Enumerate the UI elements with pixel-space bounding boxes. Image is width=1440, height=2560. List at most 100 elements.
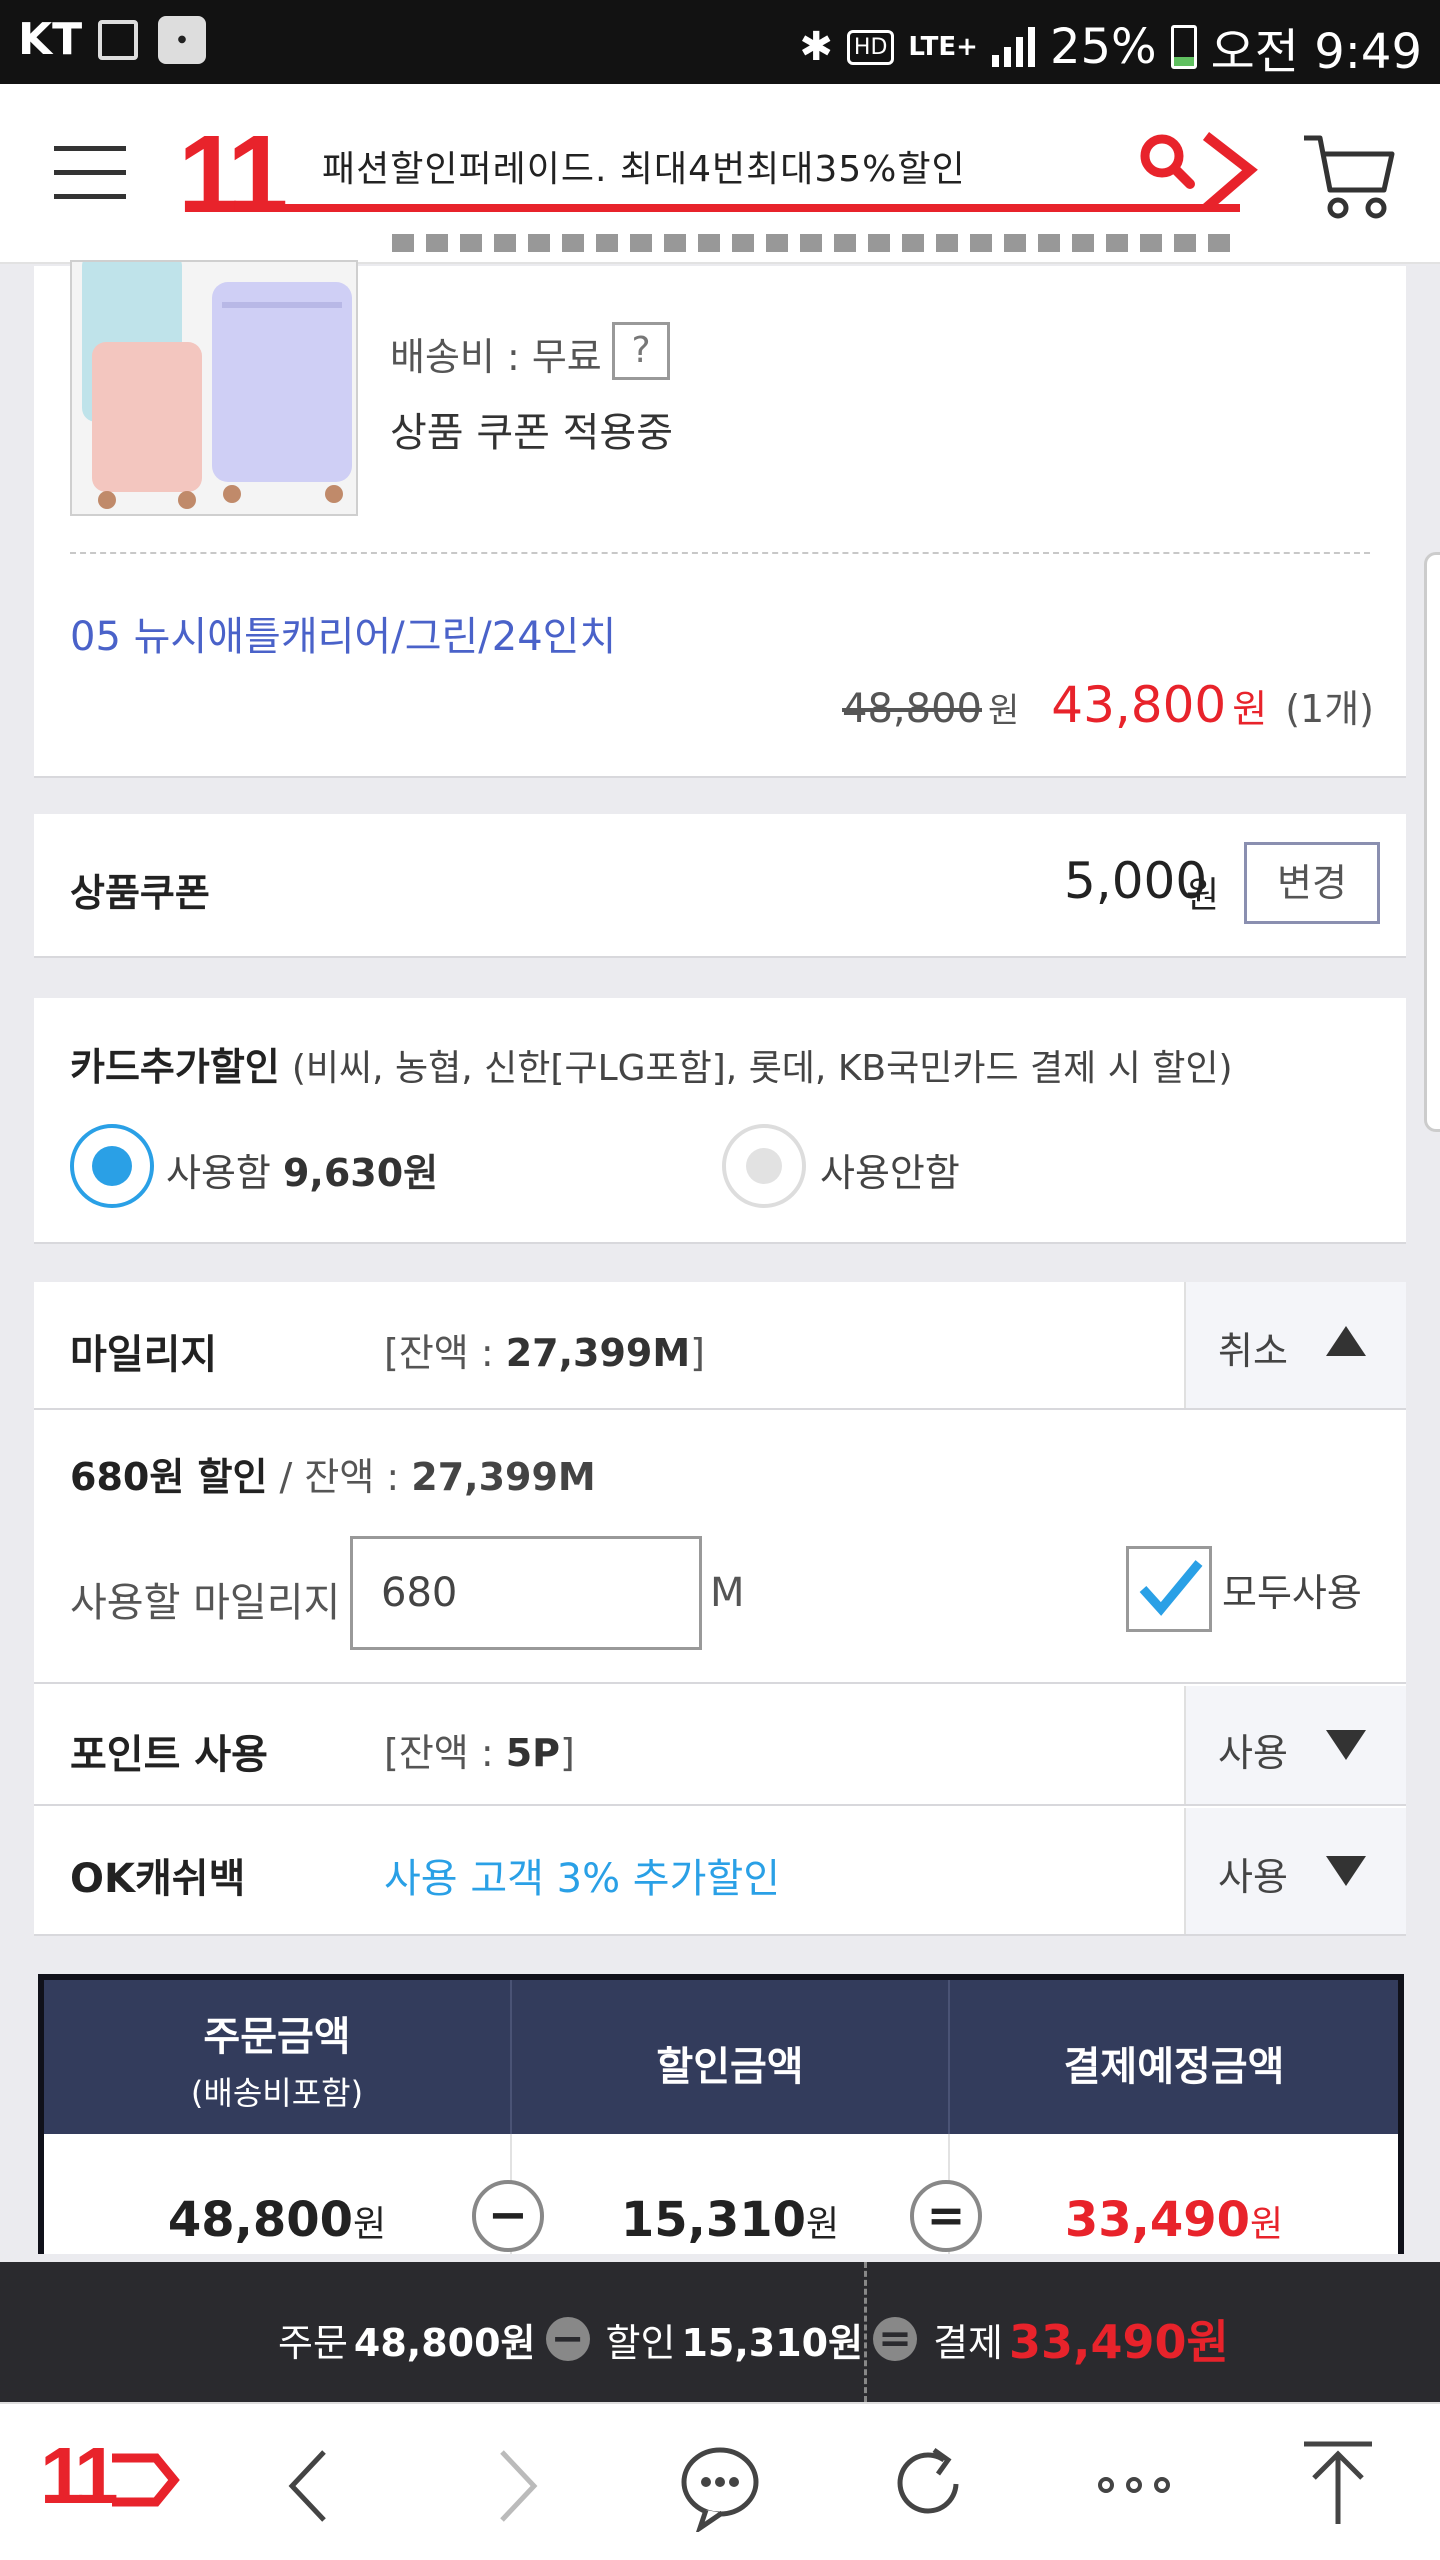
chevron-up-icon [1326,1326,1366,1356]
price-row: 48,800 원 43,800 원 (1개) [842,676,1374,734]
use-label-row: 사용함 9,630원 [166,1142,438,1197]
card-discount-desc: (비씨, 농협, 신한[구LG포함], 롯데, KB국민카드 결제 시 할인) [291,1048,1233,1089]
bottom-pay-prefix: 결제 [933,2320,1003,2365]
shipping-fee: 배송비 : 무료 [390,335,602,379]
pay-label: 결제예정금액 [1063,2044,1285,2090]
checkmark-icon [1139,1560,1203,1616]
gallery-notification-icon [98,20,138,60]
pay-amount: 33,490 [1064,2192,1251,2248]
mileage-use-label: 사용할 마일리지 [70,1580,341,1626]
home-logo-button[interactable]: 11 [40,2430,180,2530]
coupon-applied-label: 상품 쿠폰 적용중 [390,410,674,456]
bottom-pay-amount: 33,490원 [1008,2315,1229,2369]
forward-icon[interactable] [492,2448,542,2524]
mileage-label: 마일리지 [70,1332,218,1378]
carrier-label: KT [18,14,83,65]
galaxy-notification-icon: ● [158,16,206,64]
discount-amount-unit: 원 [806,2204,840,2245]
divider [70,552,1370,554]
original-price-unit: 원 [988,691,1020,731]
scrollbar[interactable] [1424,552,1440,1132]
mileage-input-unit: M [710,1570,745,1616]
pay-amount-unit: 원 [1250,2204,1284,2245]
original-price: 48,800 [842,686,982,732]
shipping-help-button[interactable]: ? [612,322,670,380]
minus-icon: − [545,2317,590,2361]
coupon-change-button[interactable]: 변경 [1244,842,1380,924]
order-amount: 48,800 [167,2192,354,2248]
use-all-checkbox[interactable] [1126,1546,1212,1632]
order-amount-unit: 원 [353,2204,387,2245]
radio-no-use[interactable] [722,1124,806,1208]
order-amount-cell: 48,800원 [44,2192,510,2248]
equals-icon: = [910,2180,982,2252]
status-right-group: ✱ HD LTE+ 25% 오전 9:49 [799,12,1422,82]
points-use-button[interactable]: 사용 [1184,1686,1406,1804]
bottom-summary-bar: 주문 48,800원 − 할인 15,310원 = 결제 33,490원 [0,2262,1440,2402]
chat-icon[interactable] [676,2442,766,2532]
brand-logo[interactable]: 11 [178,120,288,230]
summary-header: 주문금액 (배송비포함) 할인금액 결제예정금액 [44,1980,1398,2134]
battery-icon [1170,25,1197,69]
points-balance-row: [잔액 : 5P] [384,1722,575,1777]
card-use-label: 사용함 [166,1151,271,1195]
chevron-down-icon [1326,1856,1366,1886]
points-balance: 5P [505,1731,561,1775]
more-icon[interactable] [1094,2470,1174,2500]
quantity: (1개) [1285,687,1374,731]
bottom-order-amount: 48,800원 [353,2320,536,2365]
okcashbag-promo[interactable]: 사용 고객 3% 추가할인 [384,1846,780,1904]
bottom-discount-prefix: 할인 [605,2320,676,2365]
status-bar: KT ● ✱ HD LTE+ 25% 오전 9:49 [0,0,1440,84]
points-use-label: 사용 [1218,1731,1288,1775]
mileage-discount-row: 680원 할인 / 잔액 : 27,399M [70,1446,596,1501]
home-logo: 11 [40,2431,119,2520]
mileage-balance: 27,399M [505,1331,691,1375]
order-label: 주문금액 [203,2014,351,2060]
bottom-bar-divider [864,2262,867,2402]
product-image[interactable] [70,260,358,516]
lte-label: LTE+ [908,32,978,62]
order-sub: (배송비포함) [190,2074,364,2112]
mileage-balance-row: [잔액 : 27,399M] [384,1322,705,1377]
hd-voice-badge: HD [846,29,895,65]
coupon-unit: 원 [1186,875,1220,916]
card-no-use-label: 사용안함 [820,1151,960,1195]
minus-icon: − [472,2180,544,2252]
scroll-top-icon[interactable] [1300,2438,1376,2528]
option-name: 05 뉴시애틀캐리어/그린/24인치 [70,614,617,660]
refresh-icon[interactable] [890,2444,970,2524]
product-title-clipped [392,234,1232,262]
search-bar-underline [250,204,1240,212]
back-icon[interactable] [284,2448,334,2524]
search-input[interactable]: 패션할인퍼레이드. 최대4번최대35%할인 [322,140,966,192]
bluetooth-icon: ✱ [799,24,833,70]
okcashbag-use-button[interactable]: 사용 [1184,1808,1406,1934]
card-discount-card [34,998,1406,1244]
radio-use[interactable] [70,1124,154,1208]
clock: 오전 9:49 [1210,24,1422,80]
mileage-input[interactable]: 680 [350,1536,702,1650]
battery-percent: 25% [1049,19,1157,75]
arrow-logo-icon [112,2453,180,2507]
points-balance-prefix: [잔액 : [384,1731,506,1775]
search-icon[interactable] [1138,128,1268,218]
mileage-balance-prefix: [잔액 : [384,1331,506,1375]
coupon-label: 상품쿠폰 [70,871,210,915]
mileage-discount-balance: 27,399M [411,1455,596,1499]
menu-icon[interactable] [54,146,126,202]
card-use-amount: 9,630원 [282,1151,439,1195]
mileage-cancel-button[interactable]: 취소 [1184,1282,1406,1408]
mileage-discount-balance-label: / 잔액 : [267,1455,412,1499]
points-label: 포인트 사용 [70,1732,268,1778]
discount-amount: 15,310 [620,2192,807,2248]
mileage-discount: 680원 할인 [70,1455,268,1499]
mileage-cancel-label: 취소 [1218,1329,1288,1373]
cart-icon[interactable] [1300,126,1396,222]
use-all-label: 모두사용 [1222,1571,1362,1615]
equals-icon: = [873,2317,918,2361]
bottom-discount-amount: 15,310원 [681,2320,864,2365]
okcashbag-label: OK캐쉬백 [70,1856,246,1902]
okcashbag-use-label: 사용 [1218,1855,1288,1899]
card-discount-header: 카드추가할인 (비씨, 농협, 신한[구LG포함], 롯데, KB국민카드 결제… [70,1036,1233,1091]
